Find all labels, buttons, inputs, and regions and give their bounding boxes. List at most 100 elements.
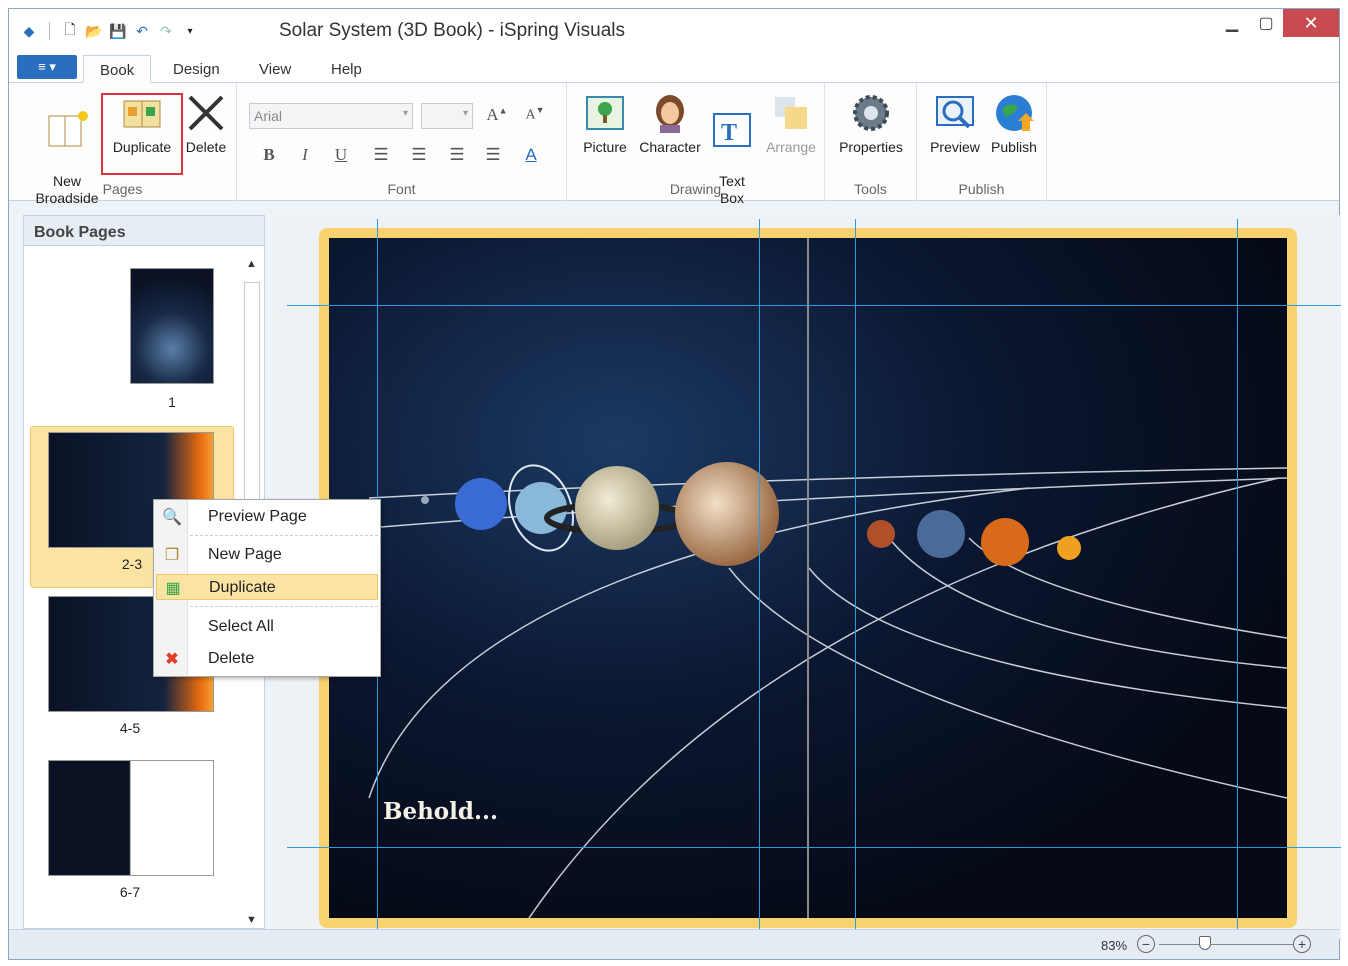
- minimize-icon[interactable]: ▁: [1215, 9, 1249, 37]
- ribbon-tabs: ≡ ▾ Book Design View Help: [9, 51, 1339, 83]
- group-label-publish: Publish: [958, 181, 1005, 197]
- app-logo-icon[interactable]: ◆: [19, 21, 39, 41]
- group-font: Arial A▲ A▼ B I U ☰ ☰ ☰ ☰ A Font: [237, 83, 567, 201]
- book-spread-canvas[interactable]: Behold...: [329, 238, 1287, 918]
- underline-button[interactable]: U: [329, 145, 353, 169]
- character-label: Character: [639, 139, 701, 155]
- group-label-drawing: Drawing: [669, 181, 722, 197]
- italic-button[interactable]: I: [293, 145, 317, 169]
- menu-item-label: New Page: [208, 546, 282, 563]
- character-icon: [656, 95, 684, 133]
- page-number-2-3: 2-3: [121, 556, 143, 572]
- zoom-out-icon[interactable]: −: [1137, 935, 1155, 953]
- menu-item-delete[interactable]: ✖ Delete: [156, 646, 378, 672]
- arrange-button[interactable]: Arrange: [761, 91, 821, 156]
- ribbon: New Broadside Duplicate Delete Pages Ari…: [9, 83, 1339, 206]
- bold-button[interactable]: B: [257, 145, 281, 169]
- file-menu-button[interactable]: ≡ ▾: [17, 55, 77, 79]
- window-controls: ▁ ▢ ✕: [1215, 9, 1339, 37]
- scroll-up-icon[interactable]: ▲: [246, 258, 257, 270]
- publish-label: Publish: [991, 139, 1037, 155]
- status-bar: 83% − +: [9, 929, 1339, 959]
- tab-view[interactable]: View: [243, 55, 307, 83]
- canvas-text-behold[interactable]: Behold...: [383, 798, 498, 825]
- font-color-button[interactable]: A: [519, 145, 543, 169]
- menu-item-select-all[interactable]: Select All: [156, 614, 378, 640]
- title-bar: ◆ 🗋 📂 💾 ↶ ↷ ▾ Solar System (3D Book) - i…: [9, 9, 1339, 51]
- gear-icon: [853, 95, 889, 131]
- menu-item-label: Select All: [208, 618, 274, 635]
- duplicate-highlight-box: [101, 93, 183, 175]
- close-icon[interactable]: ✕: [1283, 9, 1339, 37]
- tab-book[interactable]: Book: [83, 55, 152, 83]
- customize-qat-icon[interactable]: ▾: [180, 21, 200, 41]
- menu-item-new-page[interactable]: ❐ New Page: [156, 542, 378, 568]
- page-thumbnail-1[interactable]: [130, 268, 214, 384]
- arrange-label: Arrange: [766, 139, 816, 155]
- group-label-font: Font: [387, 181, 416, 197]
- grow-font-icon[interactable]: A▲: [485, 105, 509, 129]
- font-size-combo[interactable]: [421, 103, 473, 129]
- guide-line-v4[interactable]: [1237, 219, 1238, 933]
- preview-page-icon: 🔍: [162, 509, 182, 526]
- redo-icon[interactable]: ↷: [156, 21, 176, 41]
- earth-shape: [917, 510, 965, 558]
- shrink-font-icon[interactable]: A▼: [523, 105, 547, 129]
- menu-item-duplicate[interactable]: ▦ Duplicate: [156, 574, 378, 600]
- arrange-icon: [775, 97, 807, 129]
- delete-button[interactable]: Delete: [181, 91, 231, 156]
- zoom-level: 83%: [1101, 938, 1128, 953]
- sun-shape: [1129, 246, 1287, 910]
- duplicate-menu-icon: ▦: [165, 580, 181, 597]
- zoom-slider-track[interactable]: [1159, 944, 1293, 945]
- preview-magnifier-icon: [936, 96, 974, 129]
- editing-canvas-area: Behold...: [275, 215, 1341, 939]
- publish-button[interactable]: Publish: [987, 91, 1041, 156]
- new-file-icon[interactable]: 🗋: [60, 21, 80, 41]
- tab-help[interactable]: Help: [315, 55, 378, 83]
- pane-title: Book Pages: [24, 216, 264, 246]
- properties-label: Properties: [839, 139, 903, 155]
- app-window: ◆ 🗋 📂 💾 ↶ ↷ ▾ Solar System (3D Book) - i…: [8, 8, 1341, 960]
- context-menu: 🔍 Preview Page ❐ New Page ▦ Duplicate Se…: [153, 499, 381, 677]
- text-box-icon: T: [713, 113, 751, 147]
- tab-design[interactable]: Design: [157, 55, 236, 83]
- quick-access-toolbar: ◆ 🗋 📂 💾 ↶ ↷ ▾: [19, 19, 200, 43]
- properties-button[interactable]: Properties: [831, 91, 911, 156]
- zoom-in-icon[interactable]: +: [1293, 935, 1311, 953]
- align-right-icon[interactable]: ☰: [445, 145, 469, 169]
- page-number-4-5: 4-5: [119, 720, 141, 736]
- page-thumbnail-6-7[interactable]: [48, 760, 214, 876]
- menu-item-label: Preview Page: [208, 508, 307, 525]
- jupiter-shape: [675, 462, 779, 566]
- preview-button[interactable]: Preview: [927, 91, 983, 156]
- open-folder-icon[interactable]: 📂: [84, 21, 104, 41]
- neptune-shape: [455, 478, 507, 530]
- guide-line-v2[interactable]: [759, 219, 760, 933]
- scroll-thumb[interactable]: [244, 282, 260, 502]
- new-page-icon: [48, 111, 88, 147]
- group-tools: Properties Tools: [825, 83, 917, 201]
- maximize-icon[interactable]: ▢: [1249, 9, 1283, 37]
- page-number-1: 1: [168, 394, 176, 410]
- delete-x-icon: [188, 95, 224, 131]
- window-title: Solar System (3D Book) - iSpring Visuals: [279, 20, 625, 41]
- guide-line-top[interactable]: [287, 305, 1341, 306]
- zoom-slider-thumb[interactable]: [1199, 936, 1211, 950]
- save-icon[interactable]: 💾: [108, 21, 128, 41]
- picture-button[interactable]: Picture: [575, 91, 635, 156]
- menu-item-preview-page[interactable]: 🔍 Preview Page: [156, 504, 378, 530]
- font-name-combo[interactable]: Arial: [249, 103, 413, 129]
- picture-icon: [586, 96, 624, 130]
- undo-icon[interactable]: ↶: [132, 21, 152, 41]
- align-left-icon[interactable]: ☰: [369, 145, 393, 169]
- menu-item-label: Duplicate: [209, 579, 276, 596]
- align-center-icon[interactable]: ☰: [407, 145, 431, 169]
- justify-icon[interactable]: ☰: [481, 145, 505, 169]
- character-button[interactable]: Character: [635, 91, 705, 156]
- guide-line-bottom[interactable]: [287, 847, 1341, 848]
- group-label-tools: Tools: [854, 181, 887, 197]
- guide-line-v3[interactable]: [855, 219, 856, 933]
- scroll-down-icon[interactable]: ▼: [246, 914, 257, 926]
- delete-label: Delete: [185, 139, 227, 155]
